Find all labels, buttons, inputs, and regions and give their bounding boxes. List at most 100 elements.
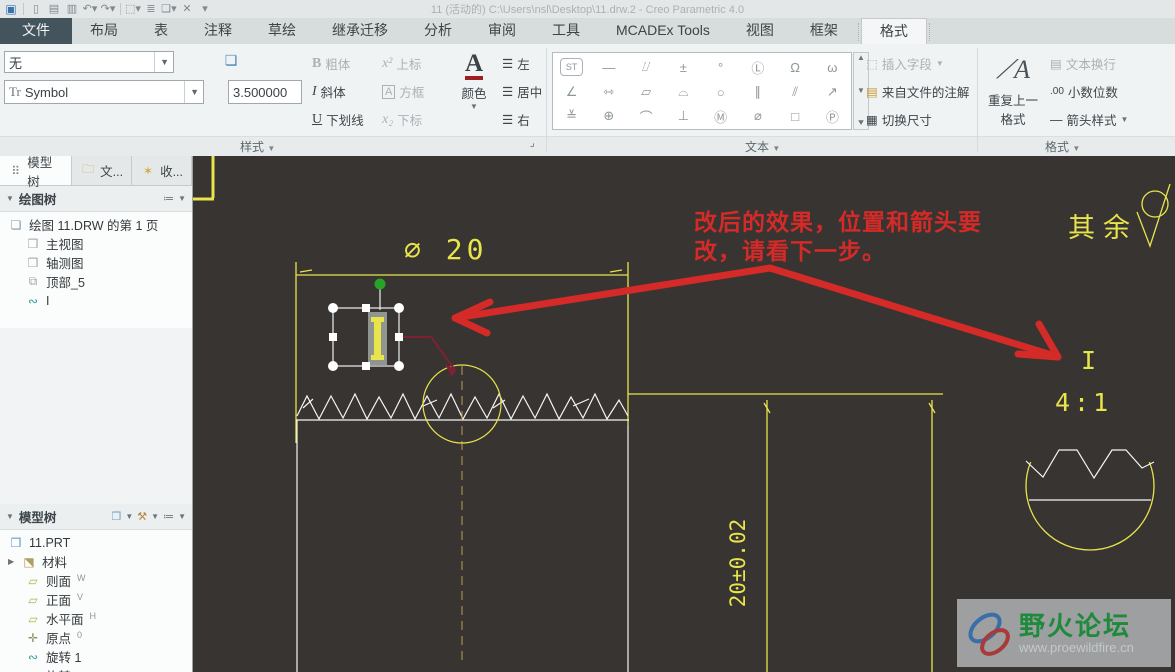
tab-mcadex-tools[interactable]: MCADEx Tools: [598, 18, 728, 44]
part-filter-icon[interactable]: ❒: [111, 510, 121, 523]
symbol-arrow[interactable]: ↗: [814, 81, 851, 103]
tree-item-origin[interactable]: ✛ 原点 0: [0, 628, 192, 647]
tree-item-datum-plane-h[interactable]: ▱ 水平面 H: [0, 609, 192, 628]
tree-tools-icon[interactable]: ⚒: [137, 510, 147, 523]
align-right-button[interactable]: ☰ 右: [502, 110, 530, 129]
style-dialog-launcher-icon[interactable]: ⌟: [530, 138, 535, 149]
tab-file[interactable]: 文件: [0, 18, 72, 44]
chevron-down-icon[interactable]: ▼: [125, 512, 133, 521]
symbol-parallel[interactable]: ∥: [739, 81, 776, 103]
tree-item-sheet[interactable]: ❏ 绘图 11.DRW 的第 1 页: [0, 215, 192, 234]
tab-frame[interactable]: 框架: [792, 18, 856, 44]
symbol-diameter[interactable]: ⌀: [739, 104, 776, 129]
chevron-down-icon[interactable]: ▼: [178, 512, 186, 521]
italic-button[interactable]: I 斜体: [312, 82, 346, 101]
symbol-dash[interactable]: —: [590, 53, 627, 81]
superscript-button[interactable]: x² 上标: [382, 54, 421, 73]
subscript-button[interactable]: x₂ 下标: [382, 110, 422, 129]
insert-field-button[interactable]: ⬚ 插入字段 ▼: [866, 54, 944, 73]
format-group-label[interactable]: 格式 ▼: [1045, 138, 1080, 155]
text-style-select[interactable]: 无 ▼: [4, 51, 174, 73]
tree-item-axonometric-view[interactable]: ❒ 轴测图: [0, 253, 192, 272]
scroll-down-icon[interactable]: ▼: [857, 86, 865, 95]
expand-arrow-icon[interactable]: ▶: [8, 557, 16, 566]
tree-settings-icon[interactable]: ≔: [163, 192, 174, 205]
underline-button[interactable]: U 下划线: [312, 110, 364, 129]
tree-settings-icon[interactable]: ≔: [163, 510, 174, 523]
collapse-icon[interactable]: ▼: [6, 194, 14, 203]
tab-legacy-migration[interactable]: 继承迁移: [314, 18, 406, 44]
rotate-handle[interactable]: [374, 278, 386, 290]
symbol-plusminus[interactable]: ±: [665, 53, 702, 81]
symbol-slope[interactable]: ⌰: [628, 53, 665, 81]
text-group-label[interactable]: 文本 ▼: [745, 138, 780, 155]
text-box-button[interactable]: A 方框: [382, 82, 424, 101]
chevron-down-icon[interactable]: ▼: [178, 194, 186, 203]
symbol-omega-upper[interactable]: Ω: [777, 53, 814, 81]
tab-annotate[interactable]: 注释: [186, 18, 250, 44]
symbol-position[interactable]: ⊕: [590, 104, 627, 129]
chevron-down-icon[interactable]: ▼: [154, 52, 169, 72]
note-from-file-button[interactable]: ▤ 来自文件的注解: [866, 82, 969, 101]
scroll-up-icon[interactable]: ▲: [857, 53, 865, 62]
symbol-degree[interactable]: °: [702, 53, 739, 81]
symbol-segment[interactable]: ⌓: [665, 81, 702, 103]
tab-review[interactable]: 审阅: [470, 18, 534, 44]
symbol-omega-lower[interactable]: ω: [814, 53, 851, 81]
copy-format-icon[interactable]: ❏: [222, 52, 240, 68]
detail-view-label[interactable]: I: [1081, 346, 1096, 375]
chevron-down-icon[interactable]: ▼: [184, 81, 199, 103]
tree-item-datum-plane-w[interactable]: ▱ 则面 W: [0, 571, 192, 590]
height-dimension[interactable]: 20±0.02: [726, 498, 756, 628]
bold-button[interactable]: B 粗体: [312, 54, 350, 73]
text-color-button[interactable]: A 颜色 ▼: [452, 51, 496, 111]
align-left-button[interactable]: ☰ 左: [502, 54, 530, 73]
selection-box[interactable]: [328, 278, 404, 372]
tree-item-datum-plane-v[interactable]: ▱ 正面 V: [0, 590, 192, 609]
tab-tools[interactable]: 工具: [534, 18, 598, 44]
tree-item-symbol-i[interactable]: ∾ I: [0, 291, 192, 310]
tree-item-revolve-1[interactable]: ∾ 旋转 1: [0, 647, 192, 666]
align-center-button[interactable]: ☰ 居中: [502, 82, 542, 101]
symbol-perpendicular[interactable]: ⊥: [665, 104, 702, 129]
tree-item-main-view[interactable]: ❒ 主视图: [0, 234, 192, 253]
symbol-equal[interactable]: ≚: [553, 104, 590, 129]
symbol-not-parallel[interactable]: ⫽: [777, 81, 814, 103]
chevron-down-icon[interactable]: ▼: [452, 102, 496, 111]
tree-item-material[interactable]: ▶ ⬔ 材料: [0, 552, 192, 571]
drawing-canvas[interactable]: 改后的效果，位置和箭头要 改，请看下一步。 ∅ 20 20±0.02 其余 I …: [193, 156, 1175, 672]
symbol-double-arrow[interactable]: ⇿: [590, 81, 627, 103]
tab-analysis[interactable]: 分析: [406, 18, 470, 44]
font-select[interactable]: Tr Symbol ▼: [4, 80, 204, 104]
repeat-last-format-button[interactable]: ⟋A 重复上一 格式: [984, 50, 1042, 134]
symbol-parallelogram[interactable]: ▱: [628, 81, 665, 103]
text-size-input[interactable]: 3.500000: [228, 80, 302, 104]
tab-view[interactable]: 视图: [728, 18, 792, 44]
detail-view-scale[interactable]: 4:1: [1055, 388, 1112, 417]
tab-layout[interactable]: 布局: [72, 18, 136, 44]
tab-table[interactable]: 表: [136, 18, 186, 44]
symbol-st[interactable]: ST: [560, 58, 584, 77]
tab-favorites[interactable]: ✶ 收...: [132, 156, 192, 185]
tab-folder-browser[interactable]: 🗀 文...: [72, 156, 133, 185]
diameter-dimension[interactable]: ∅ 20: [404, 233, 487, 266]
text-wrap-button[interactable]: ▤ 文本换行: [1050, 54, 1116, 73]
tab-model-tree[interactable]: ⠿ 模型树: [0, 156, 73, 189]
symbol-circle-l[interactable]: Ⓛ: [739, 53, 776, 81]
style-group-label[interactable]: 样式 ▼: [240, 138, 275, 155]
tree-item-revolve-2[interactable]: ∾ 旋转 2: [0, 666, 192, 672]
symbol-square[interactable]: □: [777, 104, 814, 129]
tab-format-active[interactable]: 格式: [860, 18, 927, 44]
tree-item-part[interactable]: ❒ 11.PRT: [0, 533, 192, 552]
selected-symbol[interactable]: [368, 312, 387, 365]
chevron-down-icon[interactable]: ▼: [151, 512, 159, 521]
tree-item-top-5[interactable]: ⧉ 顶部_5: [0, 272, 192, 291]
symbol-arc[interactable]: ⌒: [628, 104, 665, 129]
switch-dimension-button[interactable]: ▦ 切换尺寸: [866, 110, 932, 129]
symbol-circle[interactable]: ○: [702, 81, 739, 103]
arrow-style-button[interactable]: — 箭头样式 ▼: [1050, 110, 1128, 129]
symbol-circle-m[interactable]: Ⓜ: [702, 104, 739, 129]
palette-expand-icon[interactable]: ⯆: [857, 118, 865, 129]
symbol-angle[interactable]: ∠: [553, 81, 590, 103]
symbol-circle-p[interactable]: Ⓟ: [814, 104, 851, 129]
